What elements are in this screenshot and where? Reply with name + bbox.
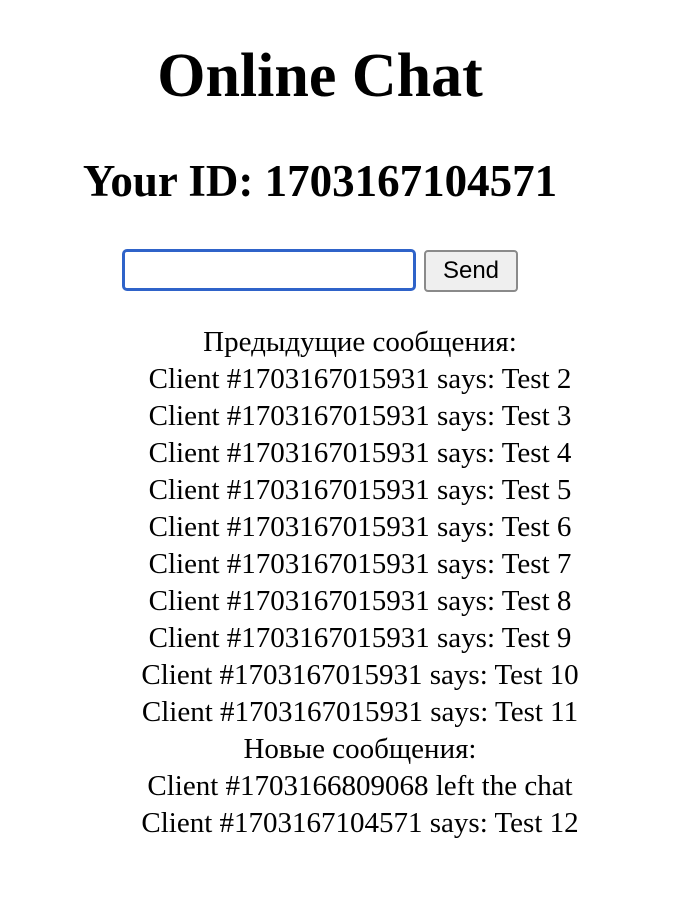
message-item: Client #1703167015931 says: Test 2 — [148, 363, 572, 395]
message-item: Client #1703167015931 says: Test 8 — [148, 585, 572, 617]
message-item: Client #1703167015931 says: Test 9 — [148, 622, 572, 654]
message-item: Client #1703167104571 says: Test 12 — [141, 807, 579, 839]
page-title: Online Chat — [157, 42, 483, 110]
message-item: Client #1703167015931 says: Test 6 — [148, 511, 572, 543]
new-messages-header: Новые сообщения: — [243, 733, 477, 765]
chat-page: Online Chat Your ID: 1703167104571 Send … — [0, 0, 698, 920]
message-item: Client #1703167015931 says: Test 5 — [148, 474, 572, 506]
previous-messages-header: Предыдущие сообщения: — [203, 326, 517, 358]
message-input[interactable] — [122, 249, 416, 291]
user-id-heading: Your ID: 1703167104571 — [82, 156, 558, 206]
message-item: Client #1703167015931 says: Test 11 — [141, 696, 579, 728]
send-button[interactable]: Send — [424, 250, 518, 292]
message-item: Client #1703167015931 says: Test 10 — [141, 659, 579, 691]
message-form: Send — [122, 249, 542, 293]
message-item: Client #1703167015931 says: Test 7 — [148, 548, 572, 580]
message-item: Client #1703167015931 says: Test 4 — [148, 437, 572, 469]
messages-list: Предыдущие сообщения: Client #1703167015… — [0, 324, 698, 842]
message-item: Client #1703167015931 says: Test 3 — [148, 400, 572, 432]
message-item: Client #1703166809068 left the chat — [147, 770, 573, 802]
